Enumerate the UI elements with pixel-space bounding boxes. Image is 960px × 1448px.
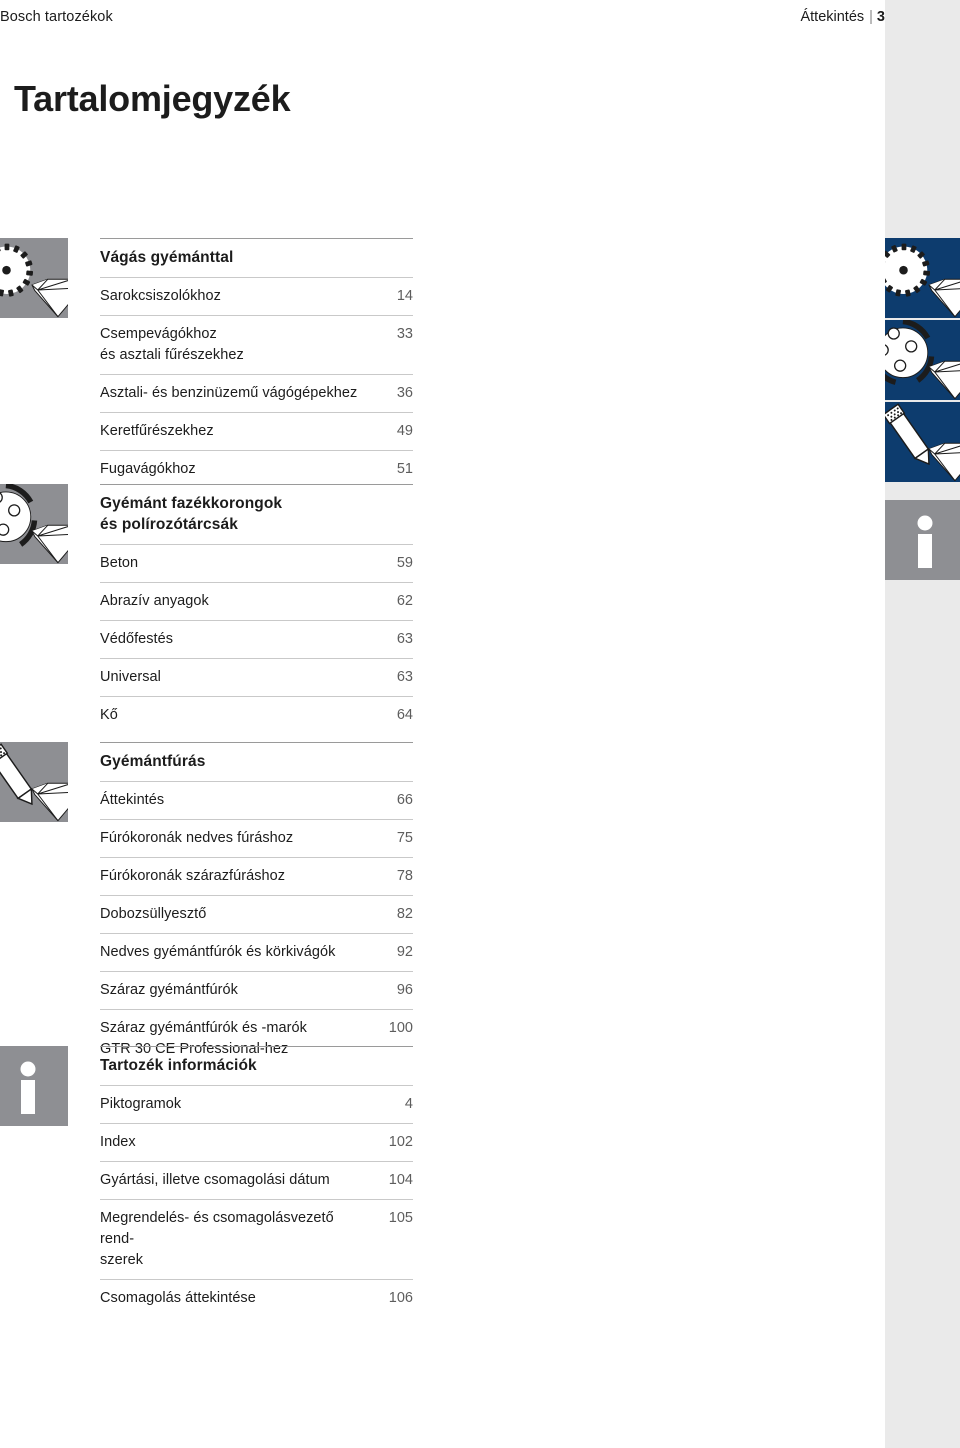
- section-pictogram-left: [0, 484, 68, 564]
- toc-entry-page-number: 4: [404, 1096, 413, 1112]
- toc-entry-label: Fúrókoronák szárazfúráshoz: [100, 868, 286, 884]
- toc-entry-page-number: 36: [396, 385, 413, 401]
- toc-section-body: Gyémántfúrás Áttekintés 66 Fúrókoronák nedv…: [100, 742, 413, 1068]
- section-pictogram-right: [885, 500, 960, 580]
- toc-entry[interactable]: Gyártási, illetve csomagolási dátum 104: [100, 1162, 413, 1199]
- toc-entry[interactable]: Kő 64: [100, 697, 413, 734]
- toc-entry-page-number: 105: [388, 1210, 413, 1226]
- toc-entry[interactable]: Nedves gyémántfúrók és körkivágók 92: [100, 934, 413, 971]
- toc-entry-label: Piktogramok: [100, 1096, 182, 1112]
- toc-entry-label: Keretfűrészekhez: [100, 423, 214, 439]
- diamond-saw-blade-icon: [0, 238, 68, 318]
- toc-entry-page-number: 82: [396, 906, 413, 922]
- toc-entry-page-number: 64: [396, 707, 413, 723]
- toc-entry-page-number: 51: [396, 461, 413, 477]
- toc-entry-page-number: 104: [388, 1172, 413, 1188]
- toc-entry-label: Áttekintés: [100, 792, 165, 808]
- toc-entry-page-number: 100: [388, 1020, 413, 1036]
- toc-entry-label: Csomagolás áttekintése: [100, 1290, 256, 1306]
- toc-entry-page-number: 106: [388, 1290, 413, 1306]
- diamond-cup-wheel-icon: [885, 320, 960, 400]
- toc-entry-page-number: 33: [396, 326, 413, 342]
- toc-entry[interactable]: Index 102: [100, 1124, 413, 1161]
- toc-entry-page-number: 63: [396, 631, 413, 647]
- toc-entry[interactable]: Abrazív anyagok 62: [100, 583, 413, 620]
- diamond-core-bit-icon: [0, 742, 68, 822]
- toc-entry[interactable]: Sarokcsiszolókhoz 14: [100, 278, 413, 315]
- section-pictogram-left: [0, 1046, 68, 1126]
- info-icon: [885, 500, 960, 580]
- toc-section-title: Gyémántfúrás: [100, 753, 206, 770]
- toc-entry-label: Dobozsüllyesztő: [100, 906, 207, 922]
- section-pictogram-left: [0, 742, 68, 822]
- toc-entry-page-number: 96: [396, 982, 413, 998]
- toc-entry-page-number: 62: [396, 593, 413, 609]
- section-pictogram-right: [885, 402, 960, 482]
- toc-entry-label: Index: [100, 1134, 136, 1150]
- toc-entry[interactable]: Fúrókoronák szárazfúráshoz 78: [100, 858, 413, 895]
- section-pictogram-right: [885, 238, 960, 318]
- diamond-saw-blade-icon: [885, 238, 960, 318]
- toc-entry-page-number: 78: [396, 868, 413, 884]
- toc-entry-label: Száraz gyémántfúrók: [100, 982, 238, 998]
- toc-entry[interactable]: Piktogramok 4: [100, 1086, 413, 1123]
- toc-entry[interactable]: Beton 59: [100, 545, 413, 582]
- diamond-cup-wheel-icon: [0, 484, 68, 564]
- toc-section-title: Gyémánt fazékkorongok és polírozótárcsák: [100, 495, 283, 533]
- toc-entry[interactable]: Csomagolás áttekintése 106: [100, 1280, 413, 1317]
- toc-section-title: Tartozék információk: [100, 1057, 257, 1074]
- toc-entry[interactable]: Fúrókoronák nedves fúráshoz 75: [100, 820, 413, 857]
- toc-entry-page-number: 92: [396, 944, 413, 960]
- section-pictogram-left: [0, 238, 68, 318]
- toc-section-title: Vágás gyémánttal: [100, 249, 234, 266]
- toc-entry-page-number: 66: [396, 792, 413, 808]
- toc-entry[interactable]: Universal 63: [100, 659, 413, 696]
- toc-entry[interactable]: Asztali- és benzinüzemű vágógépekhez 36: [100, 375, 413, 412]
- toc-entry-page-number: 75: [396, 830, 413, 846]
- toc-entry[interactable]: Száraz gyémántfúrók 96: [100, 972, 413, 1009]
- toc-entry[interactable]: Keretfűrészekhez 49: [100, 413, 413, 450]
- toc-entry-label: Gyártási, illetve csomagolási dátum: [100, 1172, 330, 1188]
- toc-entry[interactable]: Védőfestés 63: [100, 621, 413, 658]
- toc-entry-label: Beton: [100, 555, 139, 571]
- toc-section-body: Vágás gyémánttal Sarokcsiszolókhoz 14 Csemp…: [100, 238, 413, 488]
- toc-section-body: Gyémánt fazékkorongok és polírozótárcsák…: [100, 484, 413, 734]
- toc-entry-label: Védőfestés: [100, 631, 174, 647]
- toc-entry[interactable]: Áttekintés 66: [100, 782, 413, 819]
- toc-entry-label: Universal: [100, 669, 161, 685]
- info-icon: [0, 1046, 68, 1126]
- toc-entry-label: Abrazív anyagok: [100, 593, 209, 609]
- toc-entry-page-number: 49: [396, 423, 413, 439]
- toc-entry-label: Sarokcsiszolókhoz: [100, 288, 221, 304]
- toc-entry-label: Fúrókoronák nedves fúráshoz: [100, 830, 294, 846]
- toc-entry-label: Csempevágókhoz és asztali fűrészekhez: [100, 326, 244, 363]
- toc-entry-label: Nedves gyémántfúrók és körkivágók: [100, 944, 336, 960]
- toc-section-body: Tartozék információk Piktogramok 4 Index 102…: [100, 1046, 413, 1317]
- toc-entry[interactable]: Fugavágókhoz 51: [100, 451, 413, 488]
- toc-entry-page-number: 63: [396, 669, 413, 685]
- section-pictogram-right: [885, 320, 960, 400]
- table-of-contents: Vágás gyémánttal Sarokcsiszolókhoz 14 Csemp…: [0, 0, 960, 1448]
- toc-entry-page-number: 102: [388, 1134, 413, 1150]
- toc-entry-page-number: 14: [396, 288, 413, 304]
- toc-entry-label: Fugavágókhoz: [100, 461, 196, 477]
- toc-entry[interactable]: Csempevágókhoz és asztali fűrészekhez 33: [100, 316, 413, 374]
- toc-entry-page-number: 59: [396, 555, 413, 571]
- diamond-core-bit-icon: [885, 402, 960, 482]
- toc-entry-label: Megrendelés- és csomagolásvezető rend- s…: [100, 1210, 334, 1268]
- toc-entry[interactable]: Megrendelés- és csomagolásvezető rend- s…: [100, 1200, 413, 1279]
- toc-entry-label: Asztali- és benzinüzemű vágógépekhez: [100, 385, 358, 401]
- toc-entry-label: Kő: [100, 707, 118, 723]
- toc-entry[interactable]: Dobozsüllyesztő 82: [100, 896, 413, 933]
